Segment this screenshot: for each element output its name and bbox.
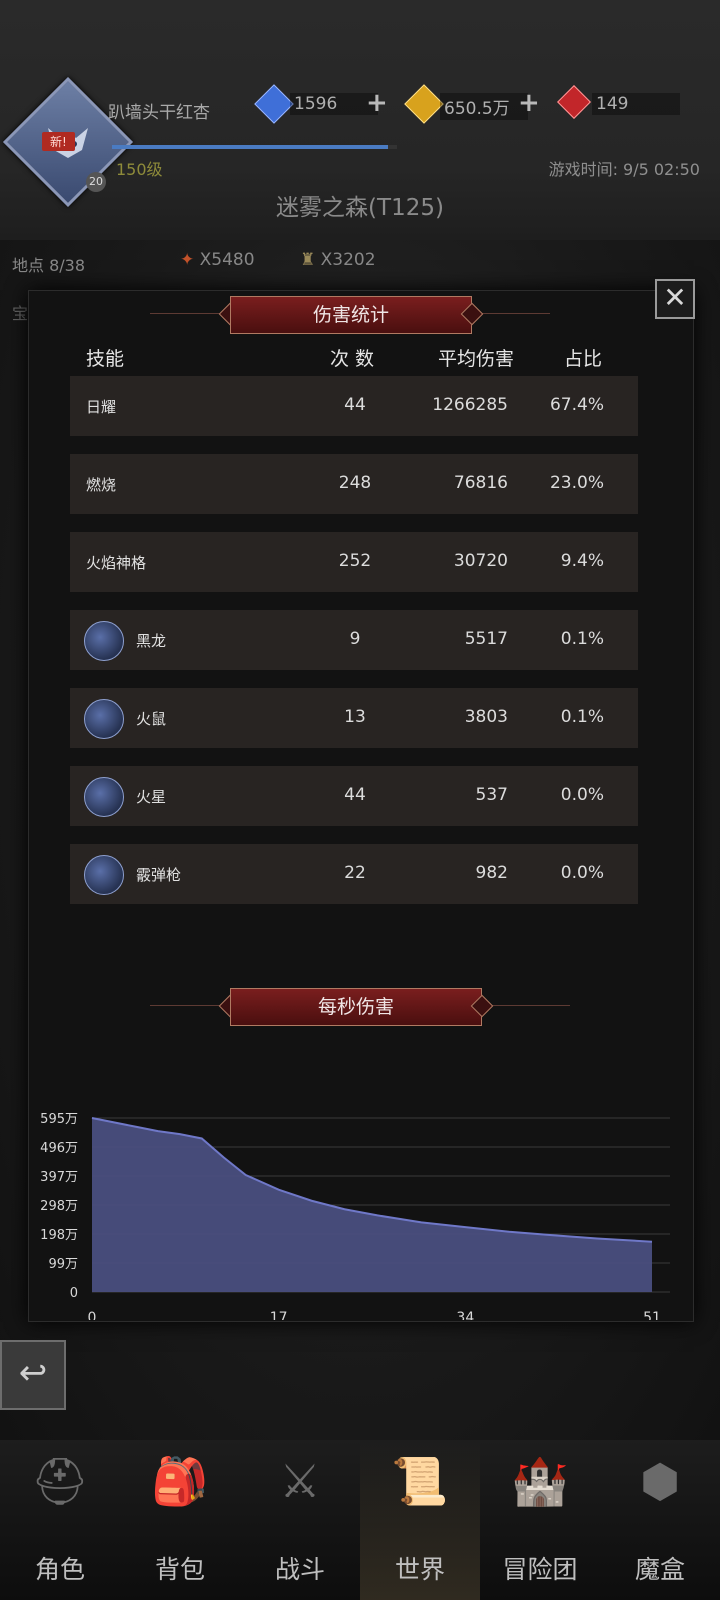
dps-chart: 0 99万 198万 298万 397万 496万 595万 0 17 34 51	[40, 1112, 670, 1320]
map-scroll-icon: 📜	[391, 1454, 449, 1508]
nav-label: 冒险团	[502, 1555, 578, 1584]
app-root: 新! 20 趴墙头干红杏 150级 游戏时间: 9/5 02:50 1596 +…	[0, 0, 720, 1600]
y-tick-label: 496万	[40, 1141, 78, 1156]
nav-label: 战斗	[274, 1555, 325, 1584]
y-tick-label: 595万	[40, 1112, 78, 1127]
castle-icon: 🏰	[511, 1454, 569, 1508]
back-button[interactable]: ↩	[0, 1340, 66, 1410]
x-tick-label: 0	[88, 1310, 97, 1320]
x-tick-label: 51	[643, 1310, 661, 1320]
x-tick-label: 17	[270, 1310, 288, 1320]
nav-item-0[interactable]: ⛑ 角色	[0, 1440, 120, 1600]
backpack-icon: 🎒	[151, 1454, 209, 1508]
y-tick-label: 0	[70, 1286, 78, 1301]
back-arrow-icon: ↩	[18, 1353, 48, 1393]
nav-item-2[interactable]: ⚔ 战斗	[240, 1440, 360, 1600]
helmet-icon: ⛑	[30, 1454, 90, 1508]
nav-label: 魔盒	[634, 1555, 685, 1584]
nav-item-5[interactable]: ⬢ 魔盒	[600, 1440, 720, 1600]
nav-label: 背包	[154, 1555, 205, 1584]
y-tick-label: 99万	[48, 1257, 78, 1272]
nav-item-4[interactable]: 🏰 冒险团	[480, 1440, 600, 1600]
x-tick-label: 34	[456, 1310, 474, 1320]
nav-label: 世界	[394, 1555, 445, 1584]
nav-item-3[interactable]: 📜 世界	[360, 1440, 480, 1600]
magic-box-icon: ⬢	[639, 1454, 681, 1508]
bottom-nav: ⛑ 角色 🎒 背包 ⚔ 战斗 📜 世界 🏰 冒险团 ⬢ 魔盒	[0, 1440, 720, 1600]
nav-label: 角色	[34, 1555, 85, 1584]
y-tick-label: 298万	[40, 1199, 78, 1214]
y-tick-label: 198万	[40, 1228, 78, 1243]
shield-sword-icon: ⚔	[279, 1454, 321, 1508]
y-tick-label: 397万	[40, 1170, 78, 1185]
nav-item-1[interactable]: 🎒 背包	[120, 1440, 240, 1600]
